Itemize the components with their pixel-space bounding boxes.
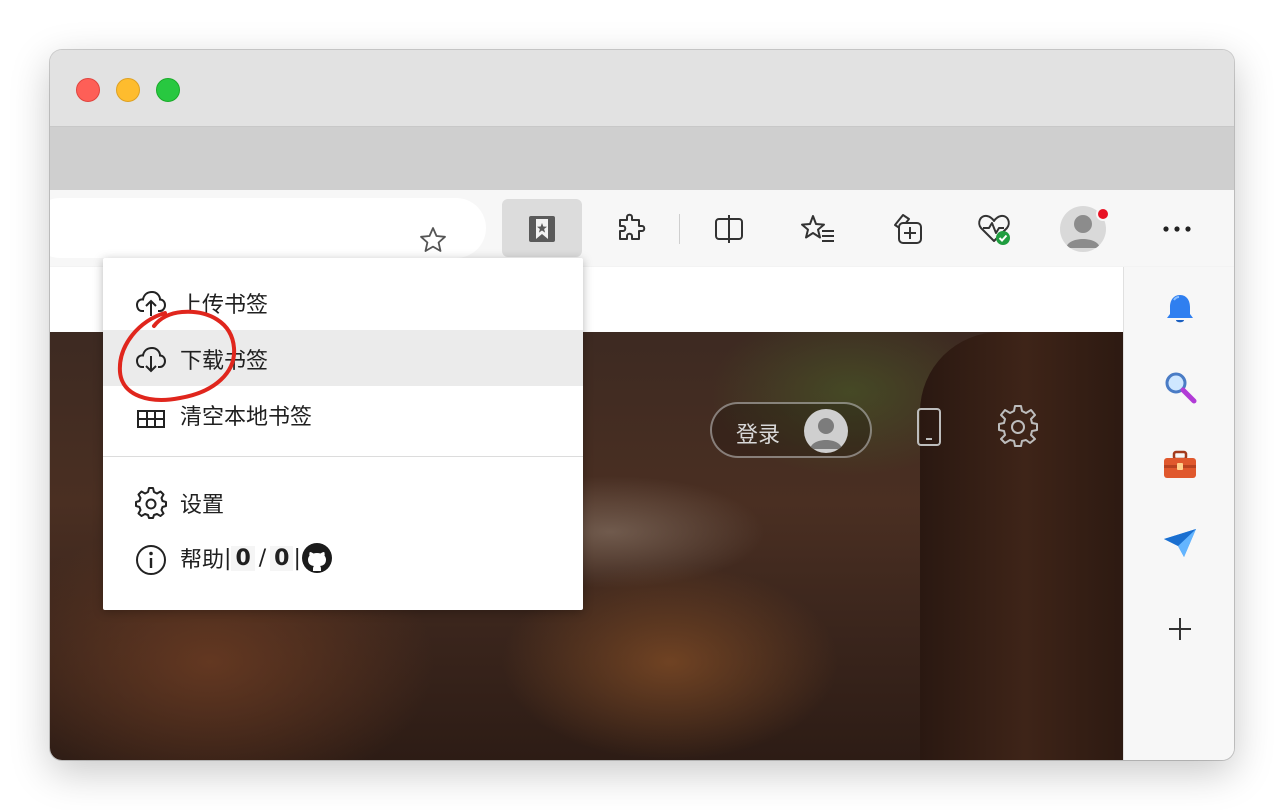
address-bar[interactable] xyxy=(50,198,486,258)
edge-sidebar xyxy=(1123,267,1234,760)
github-icon[interactable] xyxy=(301,542,333,574)
count-slash: / xyxy=(258,545,267,571)
more-icon[interactable] xyxy=(1157,209,1197,249)
clear-local-bookmarks-item[interactable]: 清空本地书签 xyxy=(103,386,583,442)
help-link[interactable]: 帮助 xyxy=(180,542,224,574)
upload-bookmarks-label: 上传书签 xyxy=(180,293,269,318)
page-settings-gear-icon[interactable] xyxy=(996,405,1040,449)
upload-bookmarks-item[interactable]: 上传书签 xyxy=(103,274,583,330)
menu-divider xyxy=(103,456,583,457)
close-window-button[interactable] xyxy=(76,78,100,102)
settings-label: 设置 xyxy=(180,493,225,518)
toolbar xyxy=(50,190,1234,266)
toolbox-icon[interactable] xyxy=(1162,447,1198,483)
login-button[interactable]: 登录 xyxy=(710,402,872,458)
profile-notification-badge xyxy=(1096,207,1110,221)
download-bookmarks-item[interactable]: 下载书签 xyxy=(103,330,583,386)
tree-trunk xyxy=(920,332,1123,760)
search-icon[interactable] xyxy=(1162,369,1198,405)
cloud-download-icon xyxy=(135,346,167,373)
tab-strip xyxy=(50,127,1234,190)
send-icon[interactable] xyxy=(1162,525,1198,561)
title-bar xyxy=(50,50,1234,127)
toolbar-separator xyxy=(679,214,680,244)
cloud-upload-icon xyxy=(135,290,167,316)
browser-essentials-icon[interactable] xyxy=(974,209,1014,249)
bell-icon[interactable] xyxy=(1162,291,1198,327)
clear-local-icon xyxy=(137,410,165,428)
bookmark-sync-icon xyxy=(522,209,562,249)
minimize-window-button[interactable] xyxy=(116,78,140,102)
favorites-icon[interactable] xyxy=(798,209,838,249)
settings-item[interactable]: 设置 xyxy=(103,474,583,530)
help-separator: | xyxy=(224,545,232,571)
login-avatar-icon xyxy=(804,409,848,453)
collections-icon[interactable] xyxy=(887,209,927,249)
browser-window: 登录 上传书签 下载书签 清空本地书签 设置 帮助 | 0 / 0 | xyxy=(50,50,1234,760)
help-row: 帮助 | 0 / 0 | xyxy=(180,542,333,574)
split-screen-icon[interactable] xyxy=(709,209,749,249)
bookmark-sync-menu: 上传书签 下载书签 清空本地书签 设置 帮助 | 0 / 0 | xyxy=(103,258,583,610)
info-icon xyxy=(136,545,166,575)
gear-icon xyxy=(135,487,167,519)
favorite-star-icon[interactable] xyxy=(418,225,448,255)
download-bookmarks-label: 下载书签 xyxy=(180,349,269,374)
upload-count: 0 xyxy=(231,545,255,571)
mobile-phone-icon[interactable] xyxy=(916,407,942,447)
zoom-window-button[interactable] xyxy=(156,78,180,102)
clear-local-bookmarks-label: 清空本地书签 xyxy=(180,405,313,430)
download-count: 0 xyxy=(270,545,294,571)
login-label: 登录 xyxy=(736,423,781,448)
plus-icon[interactable] xyxy=(1162,611,1198,647)
help-separator-2: | xyxy=(293,545,301,571)
extensions-icon[interactable] xyxy=(612,209,652,249)
